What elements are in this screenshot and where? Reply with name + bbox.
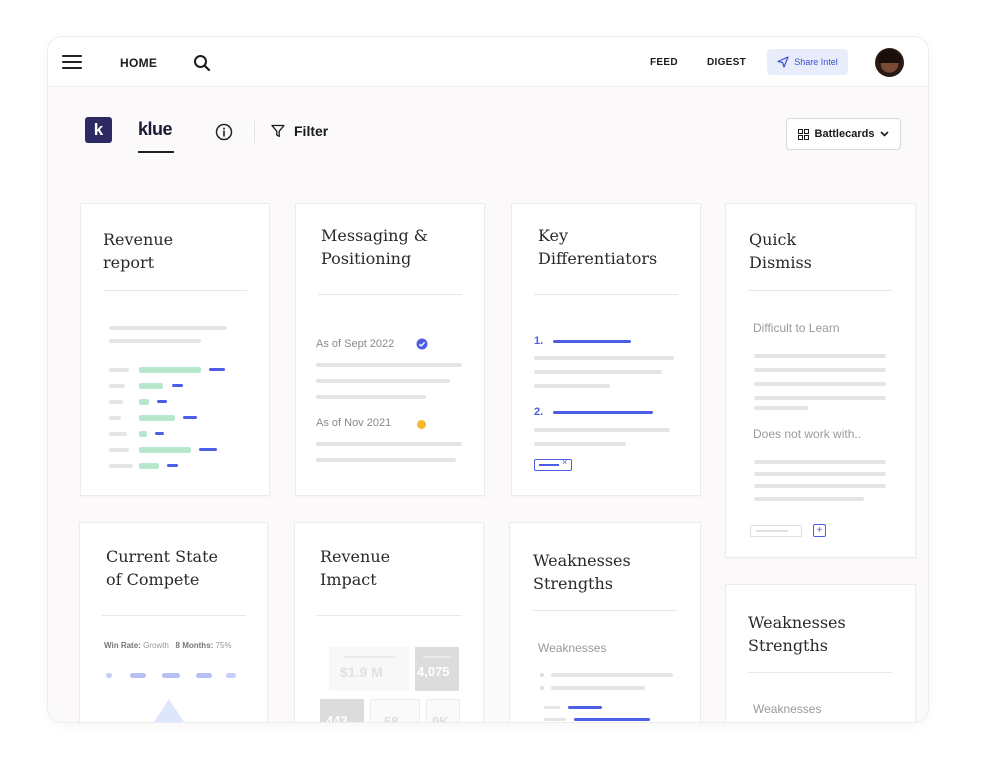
filter-button[interactable]: Filter xyxy=(271,123,328,139)
top-navigation: HOME FEED DIGEST Share Intel xyxy=(48,37,928,87)
card-divider xyxy=(318,294,462,295)
card-title: Weaknesses Strengths xyxy=(748,613,846,655)
share-intel-label: Share Intel xyxy=(794,57,838,67)
card-title: Quick Dismiss xyxy=(749,230,812,272)
info-icon[interactable] xyxy=(215,123,233,141)
verified-check-icon xyxy=(416,338,428,350)
grid-icon xyxy=(797,128,809,140)
nav-digest-link[interactable]: DIGEST xyxy=(707,57,746,68)
battlecard-quick-dismiss[interactable]: Quick Dismiss Difficult to Learn Does no… xyxy=(725,203,916,558)
card-title: Revenue report xyxy=(103,230,174,272)
add-item-icon[interactable]: + xyxy=(813,524,826,537)
battlecard-weaknesses-strengths[interactable]: Weaknesses Strengths Weaknesses xyxy=(725,584,916,722)
active-tab-underline xyxy=(138,151,174,153)
section-heading: Weaknesses xyxy=(538,641,607,655)
klue-logo-tab[interactable]: klue xyxy=(138,119,173,140)
battlecard-weaknesses-strengths[interactable]: Weaknesses Strengths Weaknesses xyxy=(509,522,701,722)
battlecard-revenue-impact[interactable]: Revenue Impact $1.9 M 4,075 443 58 9K xyxy=(294,522,484,722)
card-divider xyxy=(103,290,247,291)
section-heading: Weaknesses xyxy=(753,702,822,716)
chevron-down-icon xyxy=(880,131,890,137)
metric-tile: 9K xyxy=(426,699,460,722)
remove-tag-icon[interactable]: × xyxy=(562,457,567,467)
pending-status-dot xyxy=(417,420,426,429)
metric-tile: 58 xyxy=(370,699,420,722)
search-icon[interactable] xyxy=(193,54,211,72)
metric-tile: $1.9 M xyxy=(329,647,409,691)
battlecard-key-differentiators[interactable]: Key Differentiators 1. 2. × xyxy=(511,203,701,496)
user-avatar[interactable] xyxy=(875,48,904,77)
card-title: Weaknesses Strengths xyxy=(533,551,631,593)
tag-chip[interactable]: × xyxy=(534,457,572,471)
view-select-label: Battlecards xyxy=(814,128,875,140)
card-divider xyxy=(748,290,892,291)
metric-tile: 443 xyxy=(320,699,364,722)
nav-home-link[interactable]: HOME xyxy=(120,56,157,70)
menu-icon[interactable] xyxy=(62,55,82,70)
list-number: 1. xyxy=(534,335,544,347)
view-select-dropdown[interactable]: Battlecards xyxy=(786,118,901,150)
app-window: HOME FEED DIGEST Share Intel k klue Filt… xyxy=(48,37,928,722)
objection-heading: Does not work with.. xyxy=(753,427,862,441)
timeline-entry-date: As of Sept 2022 xyxy=(316,338,395,350)
card-divider xyxy=(317,615,461,616)
tag-chip[interactable] xyxy=(750,525,802,537)
card-divider xyxy=(534,294,678,295)
timeline-entry-date: As of Nov 2021 xyxy=(316,417,392,429)
send-icon xyxy=(777,56,789,68)
card-divider xyxy=(748,672,892,673)
header-divider xyxy=(254,121,255,143)
filter-icon xyxy=(271,124,285,138)
card-title: Messaging & Positioning xyxy=(321,226,429,268)
klue-logo-mark: k xyxy=(85,117,112,143)
filter-label: Filter xyxy=(294,123,329,139)
objection-heading: Difficult to Learn xyxy=(753,321,840,335)
compete-stats: Win Rate: Growth 8 Months: 75% xyxy=(104,641,232,650)
card-title: Current State of Compete xyxy=(106,547,218,589)
nav-feed-link[interactable]: FEED xyxy=(650,57,678,68)
card-divider xyxy=(102,615,246,616)
card-title: Revenue Impact xyxy=(320,547,391,589)
battlecard-current-state-of-compete[interactable]: Current State of Compete Win Rate: Growt… xyxy=(79,522,268,722)
card-title: Key Differentiators xyxy=(538,226,658,268)
card-divider xyxy=(533,610,677,611)
metric-tile: 4,075 xyxy=(415,647,459,691)
battlecard-revenue-report[interactable]: Revenue report xyxy=(80,203,270,496)
share-intel-button[interactable]: Share Intel xyxy=(767,49,848,75)
list-number: 2. xyxy=(534,406,544,418)
battlecard-messaging-positioning[interactable]: Messaging & Positioning As of Sept 2022 … xyxy=(295,203,485,496)
